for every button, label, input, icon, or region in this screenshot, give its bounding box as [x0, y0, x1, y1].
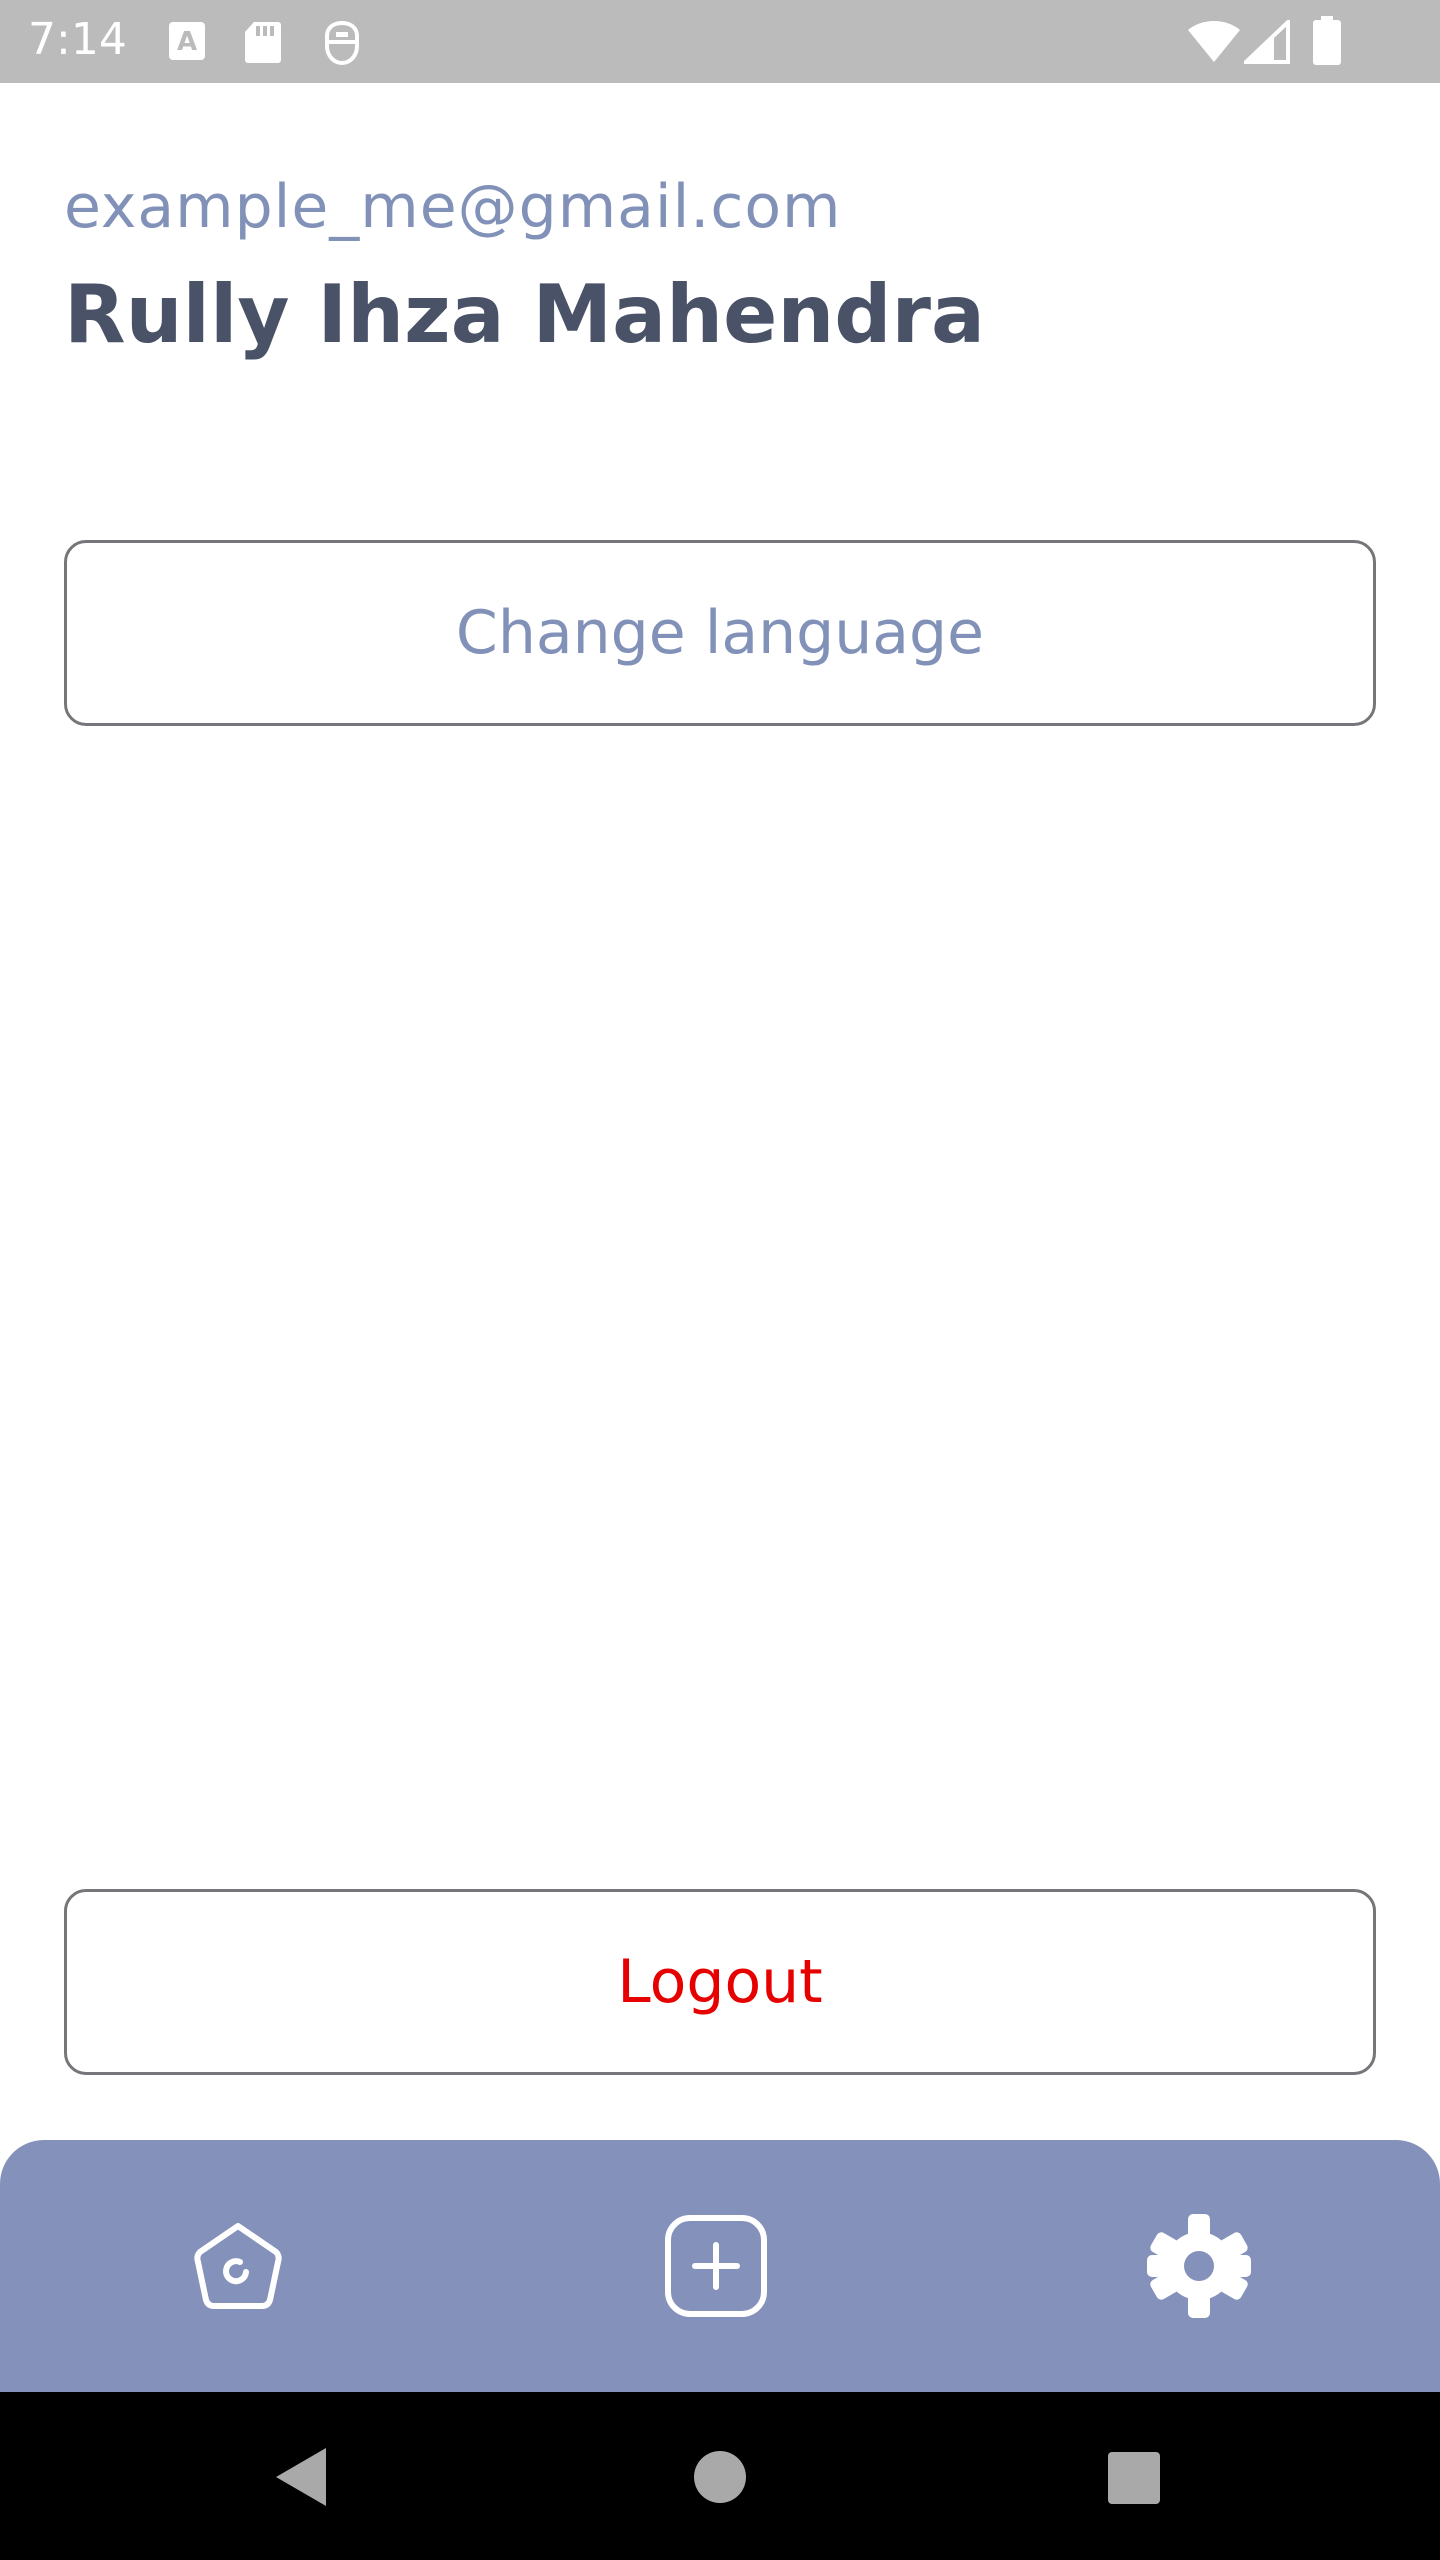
status-bar: 7:14 A: [0, 0, 1440, 83]
home-button[interactable]: [685, 2442, 755, 2512]
wifi-icon: [1186, 18, 1242, 64]
change-language-label: Change language: [455, 598, 985, 668]
nav-add[interactable]: [656, 2206, 776, 2326]
settings-icon: [1147, 2214, 1251, 2318]
home-circle-icon: [694, 2451, 746, 2503]
profile-email: example_me@gmail.com: [64, 172, 842, 242]
nav-home[interactable]: [178, 2206, 298, 2326]
profile-name: Rully Ihza Mahendra: [64, 268, 985, 361]
bottom-nav: [0, 2140, 1440, 2392]
logout-label: Logout: [617, 1947, 823, 2017]
signal-icon: [1244, 20, 1290, 64]
status-time: 7:14: [28, 14, 127, 65]
security-icon: [322, 20, 362, 66]
nav-settings[interactable]: [1139, 2206, 1259, 2326]
sd-card-icon: [244, 20, 282, 64]
change-language-button[interactable]: Change language: [64, 540, 1376, 726]
svg-text:A: A: [177, 27, 197, 57]
back-button[interactable]: [268, 2442, 338, 2512]
back-icon: [276, 2448, 326, 2506]
text-a-icon: A: [168, 20, 206, 62]
system-nav-bar: [0, 2392, 1440, 2560]
recents-button[interactable]: [1098, 2442, 1168, 2512]
battery-icon: [1312, 16, 1342, 66]
add-icon: [665, 2215, 767, 2317]
recents-icon: [1108, 2452, 1160, 2504]
logout-button[interactable]: Logout: [64, 1889, 1376, 2075]
home-icon: [194, 2223, 282, 2309]
